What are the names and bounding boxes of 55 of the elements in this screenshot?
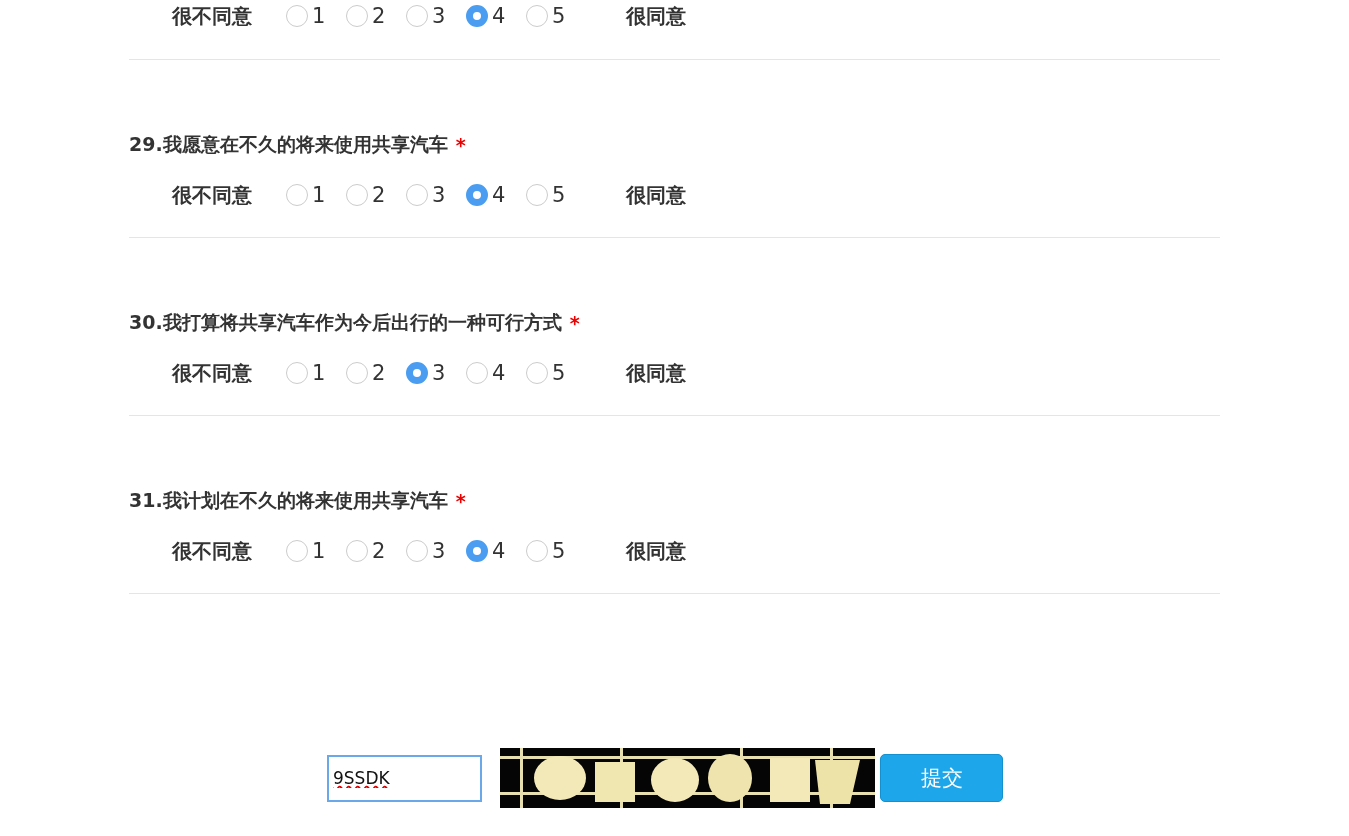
option-label[interactable]: 1	[312, 4, 326, 28]
radio-button[interactable]	[406, 362, 428, 384]
option-label[interactable]: 3	[432, 4, 446, 28]
radio-button[interactable]	[406, 184, 428, 206]
question-title: 29.我愿意在不久的将来使用共享汽车	[129, 132, 448, 157]
required-asterisk: *	[455, 490, 466, 512]
radio-button[interactable]	[286, 362, 308, 384]
option-label[interactable]: 5	[552, 4, 566, 28]
option-label[interactable]: 4	[492, 183, 506, 207]
option-label[interactable]: 3	[432, 183, 446, 207]
option-label[interactable]: 5	[552, 361, 566, 385]
question-title: 30.我打算将共享汽车作为今后出行的一种可行方式	[129, 310, 562, 335]
option-label[interactable]: 3	[432, 539, 446, 563]
scale-high-label: 很同意	[626, 181, 686, 209]
radio-button[interactable]	[346, 540, 368, 562]
scale-low-label: 很不同意	[172, 181, 253, 209]
scale-high-label: 很同意	[626, 359, 686, 387]
option-label[interactable]: 2	[372, 539, 386, 563]
radio-button[interactable]	[286, 184, 308, 206]
option-label[interactable]: 2	[372, 361, 386, 385]
radio-button[interactable]	[466, 362, 488, 384]
question-title: 31.我计划在不久的将来使用共享汽车	[129, 488, 448, 513]
radio-button[interactable]	[346, 184, 368, 206]
required-asterisk: *	[569, 312, 580, 334]
option-label[interactable]: 1	[312, 361, 326, 385]
radio-button[interactable]	[286, 540, 308, 562]
option-label[interactable]: 1	[312, 183, 326, 207]
radio-button[interactable]	[526, 184, 548, 206]
option-label[interactable]: 4	[492, 539, 506, 563]
radio-button[interactable]	[466, 540, 488, 562]
required-asterisk: *	[455, 134, 466, 156]
option-label[interactable]: 2	[372, 4, 386, 28]
scale-low-label: 很不同意	[172, 359, 253, 387]
scale-low-label: 很不同意	[172, 537, 253, 565]
radio-button[interactable]	[406, 5, 428, 27]
option-label[interactable]: 5	[552, 539, 566, 563]
scale-high-label: 很同意	[626, 537, 686, 565]
option-label[interactable]: 2	[372, 183, 386, 207]
scale-low-label: 很不同意	[172, 2, 253, 30]
radio-button[interactable]	[526, 540, 548, 562]
radio-button[interactable]	[346, 5, 368, 27]
radio-button[interactable]	[466, 5, 488, 27]
radio-button[interactable]	[346, 362, 368, 384]
scale-high-label: 很同意	[626, 2, 686, 30]
option-label[interactable]: 4	[492, 361, 506, 385]
option-label[interactable]: 4	[492, 4, 506, 28]
radio-button[interactable]	[286, 5, 308, 27]
radio-button[interactable]	[466, 184, 488, 206]
option-label[interactable]: 1	[312, 539, 326, 563]
radio-button[interactable]	[526, 5, 548, 27]
captcha-input-field[interactable]: 9SSDK	[327, 754, 482, 802]
option-label[interactable]: 3	[432, 361, 446, 385]
radio-button[interactable]	[526, 362, 548, 384]
radio-button[interactable]	[406, 540, 428, 562]
option-label[interactable]: 5	[552, 183, 566, 207]
